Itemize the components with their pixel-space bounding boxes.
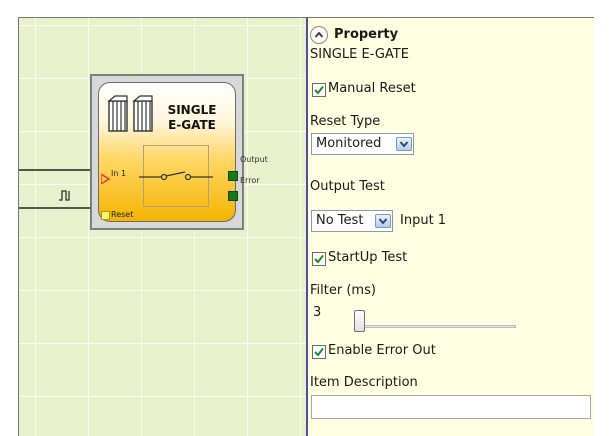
chevron-down-icon [399, 141, 409, 148]
input-reset-label: Reset [111, 210, 134, 219]
checkmark-icon [314, 254, 324, 264]
reset-type-value: Monitored [316, 136, 382, 151]
wire-reset [19, 207, 98, 209]
output-port[interactable] [228, 171, 238, 181]
chevron-up-icon [314, 31, 324, 38]
enable-error-out-checkbox[interactable] [312, 345, 326, 359]
enable-error-out-label[interactable]: Enable Error Out [328, 343, 436, 358]
filter-slider-track[interactable] [356, 325, 516, 328]
block-title: SINGLE E-GATE [157, 103, 227, 133]
checkmark-icon [314, 85, 324, 95]
property-panel: Property SINGLE E-GATE Manual Reset Rese… [308, 18, 594, 436]
wire-in1 [19, 169, 98, 171]
reset-type-label: Reset Type [310, 114, 381, 129]
error-port[interactable] [228, 191, 238, 201]
output-test-label: Output Test [310, 179, 385, 194]
filter-value: 3 [313, 305, 322, 320]
output-test-value: No Test [316, 213, 364, 228]
output-test-dropdown[interactable]: No Test [311, 210, 393, 232]
filter-label: Filter (ms) [310, 283, 376, 298]
output-label: Output [240, 155, 268, 164]
chevron-down-icon [378, 218, 388, 225]
gate-icon [107, 95, 157, 139]
input-in1-label: In 1 [111, 169, 127, 178]
window-frame: SINGLE E-GATE In 1 Reset Output Error Pr… [18, 17, 594, 436]
block-name: SINGLE E-GATE [310, 47, 409, 62]
block-title-line2: E-GATE [168, 118, 216, 132]
block-title-line1: SINGLE [167, 103, 217, 117]
single-e-gate-block[interactable]: SINGLE E-GATE In 1 Reset [98, 82, 238, 222]
pulse-input-icon [59, 186, 73, 205]
startup-test-label[interactable]: StartUp Test [328, 250, 407, 265]
switch-contact-icon [139, 163, 213, 187]
startup-test-checkbox[interactable] [312, 252, 326, 266]
manual-reset-label[interactable]: Manual Reset [328, 81, 416, 96]
diagram-canvas[interactable]: SINGLE E-GATE In 1 Reset Output Error [19, 18, 306, 436]
input-in1-arrow-icon[interactable] [100, 169, 111, 188]
property-header: Property [334, 27, 399, 42]
collapse-button[interactable] [310, 26, 328, 44]
dropdown-button[interactable] [396, 137, 412, 151]
checkmark-icon [314, 347, 324, 357]
filter-slider-thumb[interactable] [354, 310, 365, 332]
error-label: Error [240, 176, 260, 185]
input-reset-port[interactable] [101, 211, 110, 220]
reset-type-dropdown[interactable]: Monitored [311, 133, 414, 155]
dropdown-button[interactable] [375, 214, 391, 228]
item-description-label: Item Description [310, 375, 418, 390]
item-description-input[interactable] [311, 395, 591, 419]
output-test-input-label: Input 1 [400, 213, 447, 228]
manual-reset-checkbox[interactable] [312, 83, 326, 97]
